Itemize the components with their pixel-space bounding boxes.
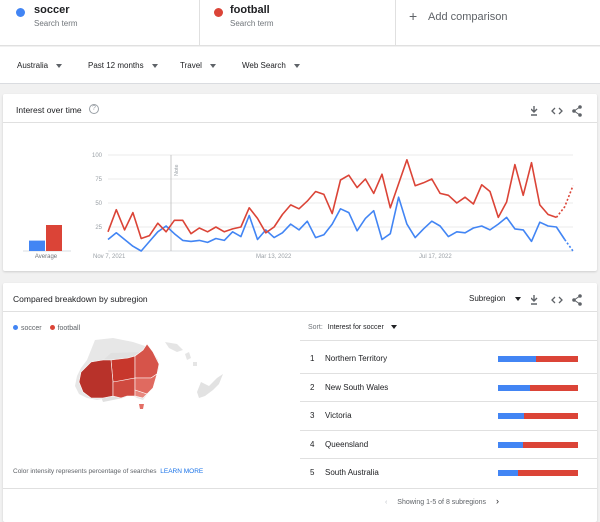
series-projection-football [555,185,574,218]
interest-line-chart: 100 75 50 25 Note Nov 7, 2021 Mar 13, 2022 Jul … [92,153,574,260]
region-name: New South Wales [325,382,389,392]
filter-region[interactable]: Australia [17,61,63,70]
region-rank: 4 [310,439,315,449]
filter-label: Past 12 months [88,61,144,70]
filter-time-range[interactable]: Past 12 months [88,61,158,70]
term-football[interactable]: football Search term [200,0,396,46]
region-rank: 3 [310,411,315,420]
y-tick-label: 25 [95,225,102,231]
divider [300,340,597,341]
legend-dot-soccer [13,325,18,330]
card-title: Compared breakdown by subregion [13,294,148,304]
football-share-bar [522,441,578,448]
divider [3,311,597,312]
chevron-left-icon[interactable]: ‹ [385,499,387,506]
term-name: soccer [34,4,70,16]
filter-category[interactable]: Travel [180,61,216,70]
divider [3,488,597,489]
x-tick-label: Mar 13, 2022 [256,254,292,260]
chevron-down-icon [56,63,63,68]
chevron-down-icon [293,63,300,68]
map-region-tasmania[interactable] [139,404,144,409]
region-name: Queensland [325,439,369,449]
learn-more-link[interactable]: LEARN MORE [160,468,203,475]
region-row[interactable]: 5 South Australia [300,459,597,488]
download-icon[interactable] [531,295,538,305]
soccer-color-dot [16,8,25,17]
subregion-dropdown[interactable]: Subregion [469,294,521,303]
map-papua-new-guinea [165,342,183,352]
legend-football: football [57,325,81,332]
chevron-down-icon [390,325,397,330]
map-region-northern-territory[interactable] [110,355,136,383]
term-name: football [230,4,270,16]
add-comparison-label: Add comparison [428,11,508,23]
chevron-down-icon [209,63,216,68]
region-rank: 5 [310,468,315,477]
australia-map[interactable] [73,338,243,428]
sort-control[interactable]: Sort: Interest for soccer [308,324,397,331]
region-row[interactable]: 4 Queensland [300,431,597,459]
dropdown-label: Subregion [469,294,506,303]
legend-soccer: soccer [21,325,42,332]
soccer-share-bar [498,384,530,391]
x-tick-label: Jul 17, 2022 [419,254,452,260]
card-toolbar [531,294,582,306]
note-label: Note [174,164,180,176]
interest-over-time-card: Interest over time ? Average 100 75 50 25 No… [3,94,597,271]
embed-icon[interactable] [551,296,563,304]
breakdown-card: Compared breakdown by subregion Subregio… [3,283,597,522]
filter-search-type[interactable]: Web Search [242,61,300,70]
color-note: Color intensity represents percentage of… [13,468,157,475]
map-footnote: Color intensity represents percentage of… [13,468,203,475]
legend-dot-football [49,325,55,330]
y-tick-label: 50 [95,201,102,207]
chevron-down-icon [514,296,521,301]
region-name: Northern Territory [325,354,388,363]
pagination: ‹ Showing 1-5 of 8 subregions › [385,496,499,506]
map-new-zealand [197,374,223,398]
pager-label: Showing 1-5 of 8 subregions [397,499,487,506]
chevron-down-icon [151,63,158,68]
y-tick-label: 100 [92,153,103,159]
soccer-share-bar [498,441,523,448]
football-share-bar [518,470,578,476]
football-share-bar [530,384,578,391]
series-line-soccer [107,196,566,252]
map-islands [185,352,197,366]
filter-label: Australia [17,61,49,70]
share-icon[interactable] [572,294,582,306]
filter-label: Travel [180,61,202,70]
sort-prefix: Sort: [308,324,323,331]
sort-value: Interest for soccer [327,324,384,331]
soccer-share-bar [498,470,518,476]
region-row[interactable]: 2 New South Wales [300,374,597,402]
y-tick-label: 75 [95,177,102,183]
region-row[interactable]: 3 Victoria [300,402,597,431]
chevron-right-icon[interactable]: › [496,496,499,506]
plus-icon: + [409,8,418,24]
region-rank: 1 [310,354,315,363]
series-projection-soccer [564,239,574,252]
x-tick-label: Nov 7, 2021 [93,254,126,260]
region-rank: 2 [310,382,315,392]
region-row[interactable]: 1 Northern Territory [300,345,597,374]
term-type: Search term [34,19,78,28]
term-soccer[interactable]: soccer Search term [0,0,200,46]
football-share-bar [535,356,578,362]
filter-bar: Australia Past 12 months Travel Web Sear… [0,47,600,84]
soccer-share-bar [498,413,525,419]
football-share-bar [524,413,578,419]
add-comparison-button[interactable]: + Add comparison [396,0,600,46]
soccer-share-bar [498,356,536,362]
term-type: Search term [230,19,274,28]
region-name: Victoria [325,411,352,420]
comparison-bar: soccer Search term football Search term … [0,0,600,46]
region-name: South Australia [325,468,379,477]
filter-label: Web Search [242,61,286,70]
football-color-dot [214,8,223,17]
map-legend: soccer football [13,325,80,332]
